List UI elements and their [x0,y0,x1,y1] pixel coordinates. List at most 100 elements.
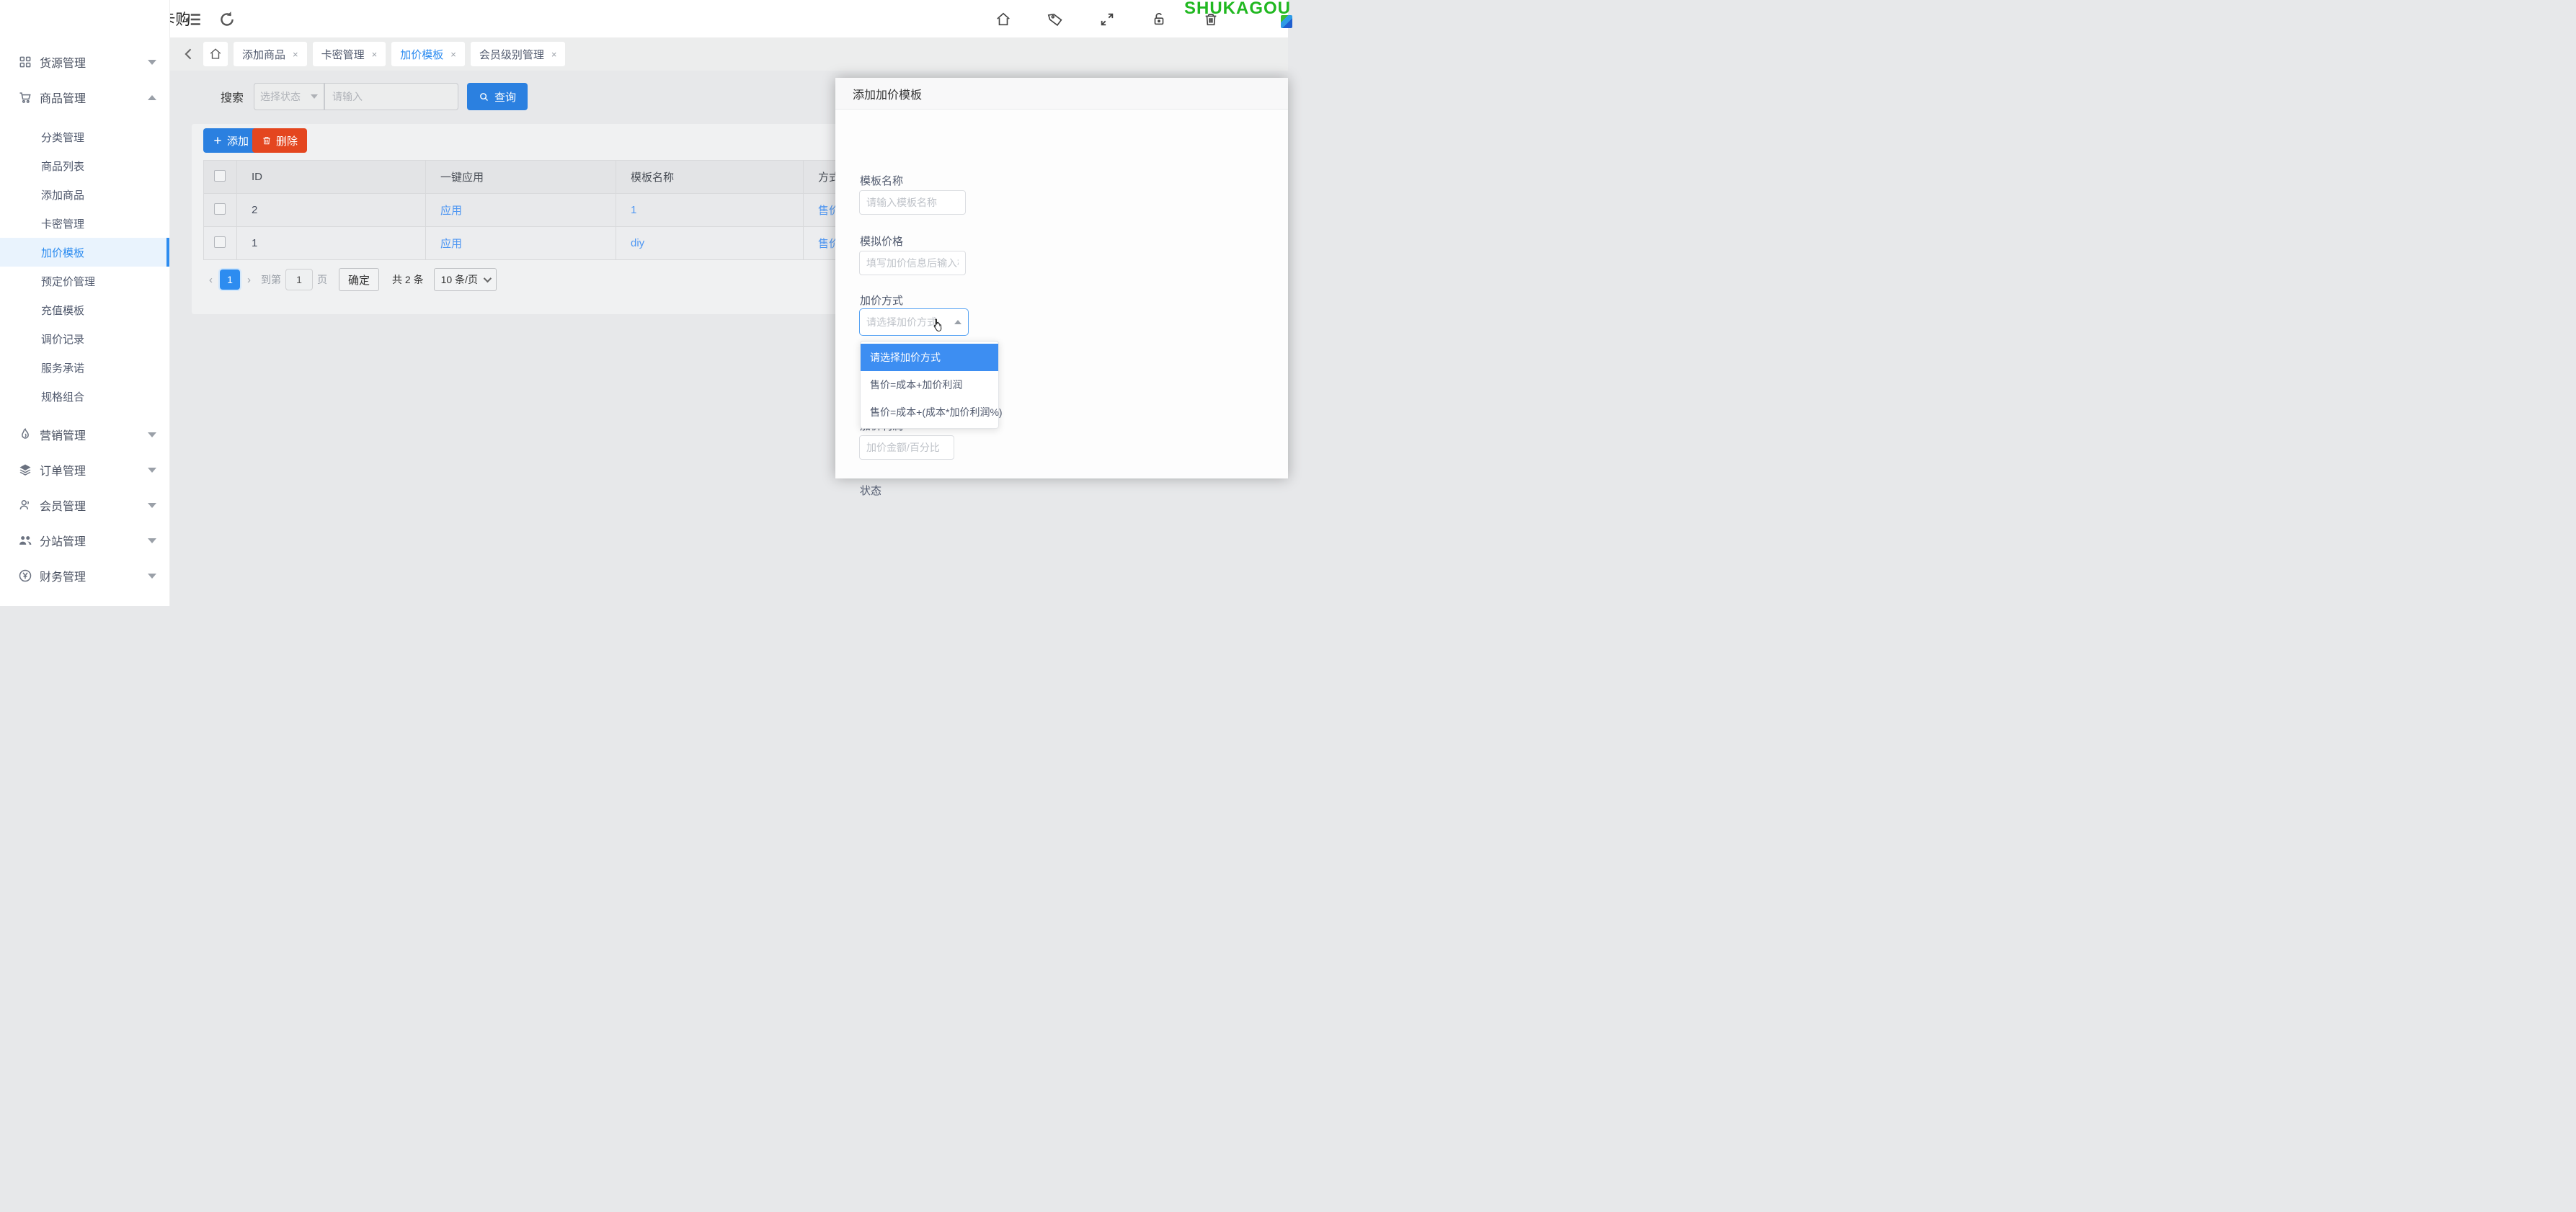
sim-price-label: 模拟价格 [860,233,903,249]
sidebar-item-marketing[interactable]: 营销管理 [0,419,169,450]
trash-icon[interactable] [1203,12,1219,27]
sidebar-item-card-secret[interactable]: 卡密管理 [0,209,169,238]
apply-link[interactable]: 应用 [440,205,462,217]
goto-page-input[interactable] [285,269,313,290]
dropdown-option[interactable]: 请选择加价方式 [861,344,998,371]
apply-link[interactable]: 应用 [440,238,462,250]
drawer-header: 添加加价模板 [835,78,1288,110]
page-size-select[interactable]: 10 条/页 [434,268,497,291]
sidebar-item-supply[interactable]: 货源管理 [0,46,169,78]
refresh-icon[interactable] [218,10,236,29]
status-label: 状态 [860,483,881,498]
sidebar-item-preset-price[interactable]: 预定价管理 [0,267,169,295]
chevron-down-icon [148,574,156,579]
plus-icon [213,135,223,146]
sim-price-input[interactable] [859,251,966,275]
col-id: ID [237,161,426,194]
goods-submenu: 分类管理 商品列表 添加商品 卡密管理 加价模板 预定价管理 充值模板 调价记录… [0,117,169,415]
sidebar-item-label: 订单管理 [40,461,143,478]
sidebar-item-service-promise[interactable]: 服务承诺 [0,353,169,382]
layers-icon [18,463,32,477]
chevron-down-icon [148,60,156,65]
cell-id: 1 [237,227,426,260]
markup-mode-label: 加价方式 [860,293,903,308]
sidebar-item-product-list[interactable]: 商品列表 [0,151,169,180]
mouse-cursor [931,318,946,334]
chevron-up-icon [148,95,156,100]
user-icon [18,498,32,512]
query-button[interactable]: 查询 [467,83,528,110]
search-input[interactable] [324,83,458,110]
close-icon[interactable]: × [293,49,298,60]
tab-markup-template[interactable]: 加价模板× [391,42,465,66]
dropdown-option[interactable]: 售价=成本+加价利润 [861,371,998,398]
yen-circle-icon [18,569,32,583]
template-name-link[interactable]: diy [631,237,644,249]
sidebar-item-label: 财务管理 [40,567,143,584]
tab-member-level[interactable]: 会员级别管理× [471,42,566,66]
chevron-down-icon [484,275,492,282]
fullscreen-icon[interactable] [1099,12,1115,27]
prev-page-icon[interactable]: ‹ [203,274,218,286]
close-icon[interactable]: × [551,49,557,60]
sidebar-item-category[interactable]: 分类管理 [0,122,169,151]
goto-label: 到第 [261,272,281,287]
search-icon [479,92,489,102]
sidebar: 货源管理 商品管理 分类管理 商品列表 添加商品 卡密管理 加价模板 预定价管理… [0,0,170,606]
sidebar-item-markup-template[interactable]: 加价模板 [0,238,169,267]
markup-mode-dropdown: 请选择加价方式 售价=成本+加价利润 售价=成本+(成本*加价利润%) [860,341,999,429]
lock-icon[interactable] [1151,12,1167,27]
markup-mode-select[interactable]: 请选择加价方式 [859,308,969,336]
pagination: ‹ 1 › 到第 页 确定 共 2 条 10 条/页 [203,268,497,291]
home-icon[interactable] [995,12,1011,27]
cart-icon [18,90,32,104]
sidebar-item-label: 营销管理 [40,426,143,443]
sidebar-item-substation[interactable]: 分站管理 [0,525,169,556]
col-apply: 一键应用 [426,161,616,194]
template-name-link[interactable]: 1 [631,204,636,216]
page-number-active[interactable]: 1 [220,269,240,290]
header-action-icons [995,12,1219,27]
close-icon[interactable]: × [450,49,456,60]
next-page-icon[interactable]: › [241,274,257,286]
row-checkbox[interactable] [214,236,226,248]
sidebar-collapse-icon[interactable] [184,10,203,29]
tab-add-product[interactable]: 添加商品× [234,42,307,66]
cell-id: 2 [237,194,426,227]
sidebar-item-finance[interactable]: 财务管理 [0,560,169,592]
close-icon[interactable]: × [372,49,378,60]
top-header: SHUKAGOU 数卡购 ShuKaGou.Com 数卡购 [0,0,1288,37]
home-icon [209,48,222,61]
drawer-body: 模板名称 模拟价格 加价方式 请选择加价方式 加价利润 请选择加价方式 售价=成… [835,110,1288,478]
goto-confirm-button[interactable]: 确定 [339,268,379,291]
add-button[interactable]: 添加 [203,128,258,153]
tab-card-secret[interactable]: 卡密管理× [313,42,386,66]
markup-amount-input[interactable] [859,435,954,460]
tabs-scroll-left-icon[interactable] [182,47,196,61]
sidebar-item-orders[interactable]: 订单管理 [0,454,169,486]
sidebar-item-add-product[interactable]: 添加商品 [0,180,169,209]
dropdown-option[interactable]: 售价=成本+(成本*加价利润%) [861,398,998,426]
tag-icon[interactable] [1047,12,1063,27]
sidebar-item-label: 分站管理 [40,532,143,549]
col-name: 模板名称 [616,161,804,194]
select-all-checkbox[interactable] [214,170,226,182]
search-bar: 搜索 选择状态 查询 [221,83,528,110]
template-name-label: 模板名称 [860,173,903,188]
template-name-input[interactable] [859,190,966,215]
total-count: 共 2 条 [392,272,424,287]
delete-button[interactable]: 删除 [252,128,307,153]
chevron-down-icon [148,468,156,473]
row-checkbox[interactable] [214,203,226,215]
sidebar-item-spec-combo[interactable]: 规格组合 [0,382,169,411]
sidebar-item-label: 货源管理 [40,53,143,71]
sidebar-item-price-adjust-log[interactable]: 调价记录 [0,324,169,353]
status-select[interactable]: 选择状态 [254,83,324,110]
sidebar-item-members[interactable]: 会员管理 [0,489,169,521]
users-icon [18,533,32,548]
sidebar-item-goods[interactable]: 商品管理 [0,81,169,113]
sidebar-item-recharge-template[interactable]: 充值模板 [0,295,169,324]
add-markup-template-drawer: 添加加价模板 模板名称 模拟价格 加价方式 请选择加价方式 加价利润 请选择加价… [835,78,1288,478]
page-unit-label: 页 [317,272,327,287]
tab-home[interactable] [203,42,228,66]
